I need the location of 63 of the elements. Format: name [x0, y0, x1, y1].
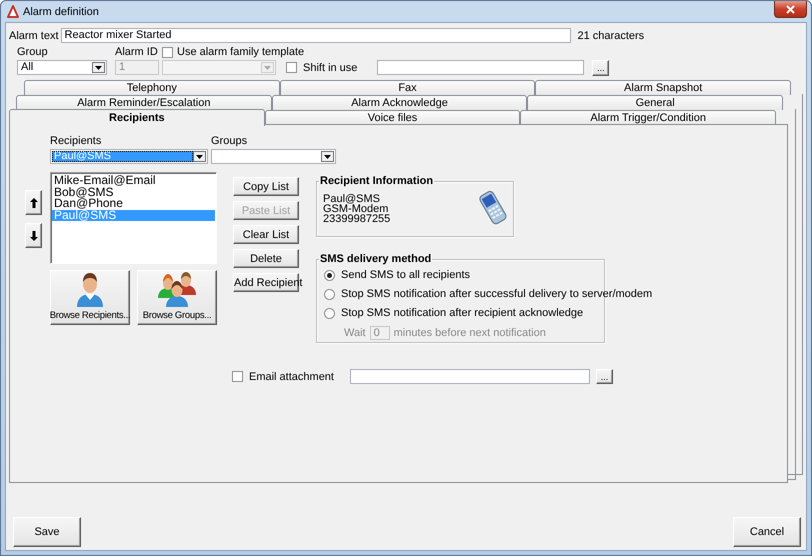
dropdown-arrow-icon: [95, 66, 102, 70]
list-action-button[interactable]: Delete: [233, 249, 299, 268]
tab[interactable]: Alarm Trigger/Condition: [520, 110, 776, 125]
list-item[interactable]: Bob@SMS: [52, 186, 215, 198]
list-action-button[interactable]: Copy List: [233, 177, 299, 196]
radio-button[interactable]: [324, 270, 335, 280]
dialog-button[interactable]: Save: [13, 517, 81, 547]
tab[interactable]: Voice files: [264, 110, 520, 125]
close-button[interactable]: [774, 1, 807, 18]
browse-button[interactable]: ...: [596, 369, 613, 384]
groups-dropdown[interactable]: [211, 149, 336, 164]
field-label: minutes before next notification: [394, 327, 546, 339]
group-icon: [158, 271, 196, 307]
warning-icon: [7, 5, 19, 18]
field-label: Wait: [344, 327, 366, 339]
tab[interactable]: Alarm Snapshot: [535, 80, 792, 95]
checkbox-label: Email attachment: [249, 370, 334, 382]
arrow-down-icon: [30, 230, 38, 240]
info-text: Paul@SMS: [323, 194, 380, 204]
option-label: Stop SMS notification after recipient acknowledge: [341, 307, 584, 319]
field-label: Alarm ID: [115, 46, 159, 58]
recipient-list[interactable]: Mike-Email@Email Bob@SMS Dan@Phone Paul@SMS: [50, 172, 217, 264]
move-up-button[interactable]: [25, 190, 42, 215]
list-item[interactable]: Mike-Email@Email: [52, 175, 215, 186]
shift-field[interactable]: [377, 60, 584, 75]
alarm-text-field[interactable]: Reactor mixer Started: [60, 28, 571, 43]
window-title: Alarm definition: [23, 6, 100, 18]
checkbox-label: Use alarm family template: [177, 46, 304, 58]
field-label: Recipients: [50, 135, 102, 147]
tab[interactable]: Recipients: [9, 109, 265, 126]
radio-button[interactable]: [324, 308, 335, 318]
tab[interactable]: Fax: [280, 80, 536, 95]
character-count: 21 characters: [578, 30, 644, 42]
dropdown-arrow-icon: [324, 154, 331, 158]
attachment-field[interactable]: [350, 369, 590, 384]
dialog-button[interactable]: Cancel: [733, 517, 801, 547]
arrow-up-icon: [30, 198, 38, 208]
list-action-button[interactable]: Clear List: [233, 225, 299, 244]
close-icon: [786, 4, 795, 14]
move-down-button[interactable]: [25, 223, 42, 248]
field-label: Group: [17, 46, 49, 58]
field-label: Groups: [211, 135, 248, 147]
option-label: Stop SMS notification after successful delivery to server/modem: [341, 288, 652, 300]
group-title: SMS delivery method: [319, 253, 432, 265]
option-label: Send SMS to all recipients: [341, 269, 470, 281]
info-text: 23399987255: [323, 214, 390, 224]
checkbox-label: Shift in use: [303, 62, 358, 74]
tab[interactable]: Telephony: [24, 80, 280, 95]
checkbox[interactable]: [232, 371, 243, 382]
dropdown-arrow-icon: [196, 154, 203, 158]
field-label: Alarm text: [9, 30, 59, 42]
tab[interactable]: Alarm Acknowledge: [272, 95, 528, 110]
group-title: Recipient Information: [319, 175, 434, 187]
dropdown-arrow-icon: [264, 66, 271, 70]
tab[interactable]: Alarm Reminder/Escalation: [16, 95, 272, 110]
checkbox[interactable]: [286, 62, 297, 73]
tab[interactable]: General: [527, 95, 784, 110]
list-item[interactable]: Dan@Phone: [52, 198, 215, 210]
radio-button[interactable]: [324, 288, 335, 300]
browse-button[interactable]: ...: [592, 60, 610, 76]
browse-button[interactable]: Browse Groups...: [137, 270, 217, 325]
group-dropdown[interactable]: All: [17, 60, 107, 75]
info-text: GSM-Modem: [323, 204, 388, 214]
